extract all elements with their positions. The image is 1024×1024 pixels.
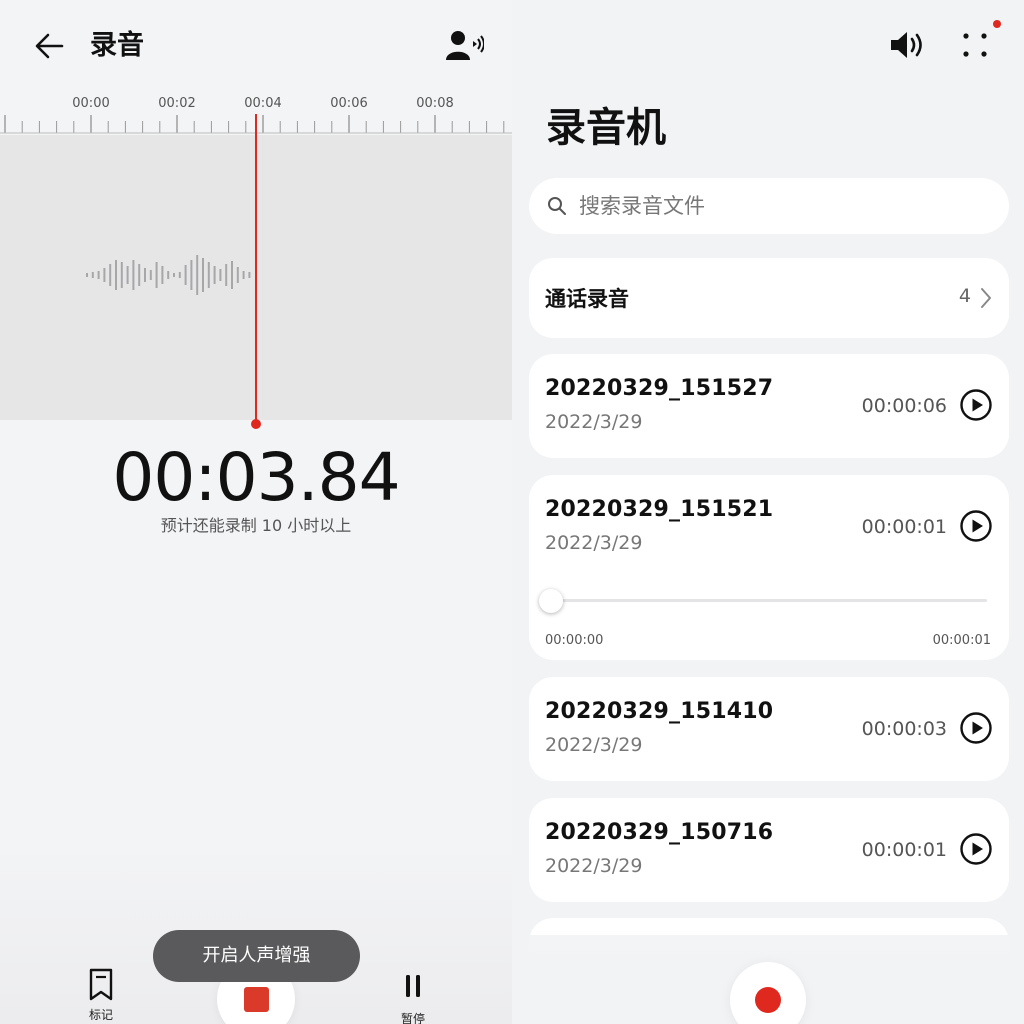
mark-button[interactable]: 标记: [74, 968, 128, 1024]
app-title: 录音机: [546, 105, 666, 151]
call-recordings-row[interactable]: 通话录音 4: [529, 258, 1009, 338]
recording-item[interactable]: 20220329_151410 2022/3/29 00:00:03: [529, 677, 1009, 781]
recording-name: 20220329_151521: [545, 497, 774, 522]
recording-date: 2022/3/29: [545, 532, 643, 554]
recording-duration: 00:00:06: [861, 395, 947, 417]
bookmark-icon: [89, 968, 113, 1001]
recording-item[interactable]: 20220329_151527 2022/3/29 00:00:06: [529, 354, 1009, 458]
page-title: 录音: [90, 30, 144, 61]
play-icon[interactable]: [959, 711, 993, 745]
notification-dot: [993, 20, 1001, 28]
search-bar[interactable]: [529, 178, 1009, 234]
voice-enhance-icon[interactable]: [444, 27, 484, 63]
pause-label: 暂停: [400, 1012, 425, 1024]
playback-progress-track[interactable]: [551, 599, 987, 602]
call-recordings-count: 4: [958, 285, 971, 307]
speaker-icon[interactable]: [888, 28, 926, 62]
ruler-label: 00:00: [72, 96, 110, 111]
recording-item-expanded[interactable]: 20220329_151521 2022/3/29 00:00:01 00:00…: [529, 475, 1009, 660]
recording-duration: 00:00:03: [861, 718, 947, 740]
recording-date: 2022/3/29: [545, 411, 643, 433]
recording-date: 2022/3/29: [545, 855, 643, 877]
recording-date: 2022/3/29: [545, 734, 643, 756]
search-icon: [548, 197, 566, 215]
recording-name: 20220329_151410: [545, 699, 774, 724]
chevron-right-icon: [981, 288, 991, 308]
recording-duration: 00:00:01: [861, 839, 947, 861]
playhead-line: [255, 114, 257, 424]
recordings-pane: 录音机 通话录音 4 20220329_151527 2022/3/29 00:…: [512, 0, 1024, 1024]
mark-label: 标记: [88, 1008, 113, 1022]
progress-start-time: 00:00:00: [545, 633, 604, 648]
pause-icon: [406, 975, 420, 997]
ruler-label: 00:08: [416, 96, 454, 111]
ruler-label: 00:06: [330, 96, 368, 111]
recording-item[interactable]: 20220329_150716 2022/3/29 00:00:01: [529, 798, 1009, 902]
back-arrow-icon[interactable]: [30, 26, 70, 66]
more-icon[interactable]: [958, 28, 992, 62]
ruler-label: 00:02: [158, 96, 196, 111]
recording-name: 20220329_151527: [545, 376, 774, 401]
elapsed-timer: 00:03.84: [112, 439, 400, 516]
recording-duration: 00:00:01: [861, 516, 947, 538]
play-icon[interactable]: [959, 509, 993, 543]
playhead-dot: [251, 419, 261, 429]
remaining-time-text: 预计还能录制 10 小时以上: [160, 516, 352, 535]
ruler-label: 00:04: [244, 96, 282, 111]
record-icon: [755, 987, 781, 1013]
voice-enhance-toast[interactable]: 开启人声增强: [153, 930, 360, 982]
play-icon[interactable]: [959, 388, 993, 422]
recording-name: 20220329_150716: [545, 820, 774, 845]
call-recordings-label: 通话录音: [545, 287, 629, 311]
pause-button[interactable]: 暂停: [386, 968, 440, 1024]
progress-end-time: 00:00:01: [932, 633, 991, 648]
search-input[interactable]: [579, 178, 979, 234]
playback-progress-knob[interactable]: [539, 589, 563, 613]
stop-icon: [244, 987, 269, 1012]
play-icon[interactable]: [959, 832, 993, 866]
recording-pane: 录音 00:00 00:02 00:04 00:06 00:08 00:03.8…: [0, 0, 512, 1024]
waveform: [86, 255, 251, 295]
